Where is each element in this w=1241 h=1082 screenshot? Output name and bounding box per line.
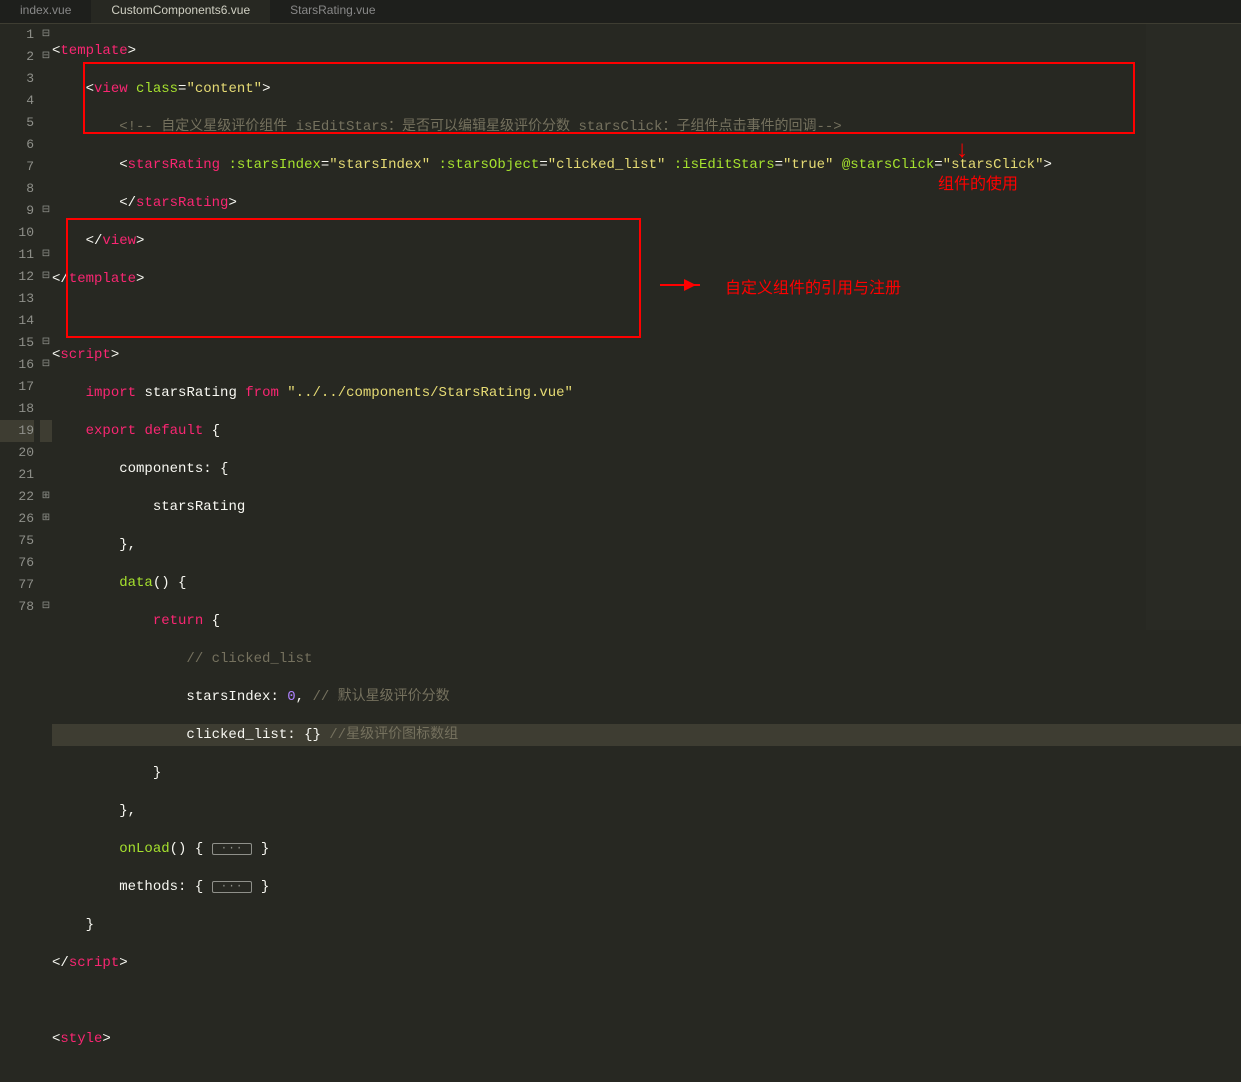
minimap[interactable] — [1146, 24, 1241, 630]
code-editor[interactable]: 1 2 3 4 5 6 7 8 9 10 11 12 13 14 15 16 1… — [0, 24, 1241, 1082]
tab-stars-rating[interactable]: StarsRating.vue — [270, 0, 395, 23]
fold-gutter: ⊟ ⊟ ⊟ ⊟ ⊟ ⊟ ⊟ ⊞ ⊞ ⊟ — [40, 24, 52, 1082]
fold-placeholder[interactable]: ··· — [212, 881, 253, 893]
line-gutter: 1 2 3 4 5 6 7 8 9 10 11 12 13 14 15 16 1… — [0, 24, 40, 1082]
fold-placeholder[interactable]: ··· — [212, 843, 253, 855]
tab-custom-components[interactable]: CustomComponents6.vue — [91, 0, 270, 23]
tab-index[interactable]: index.vue — [0, 0, 91, 23]
tab-bar: index.vue CustomComponents6.vue StarsRat… — [0, 0, 1241, 24]
code-area[interactable]: <template> <view class="content"> <!-- 自… — [52, 24, 1241, 1082]
